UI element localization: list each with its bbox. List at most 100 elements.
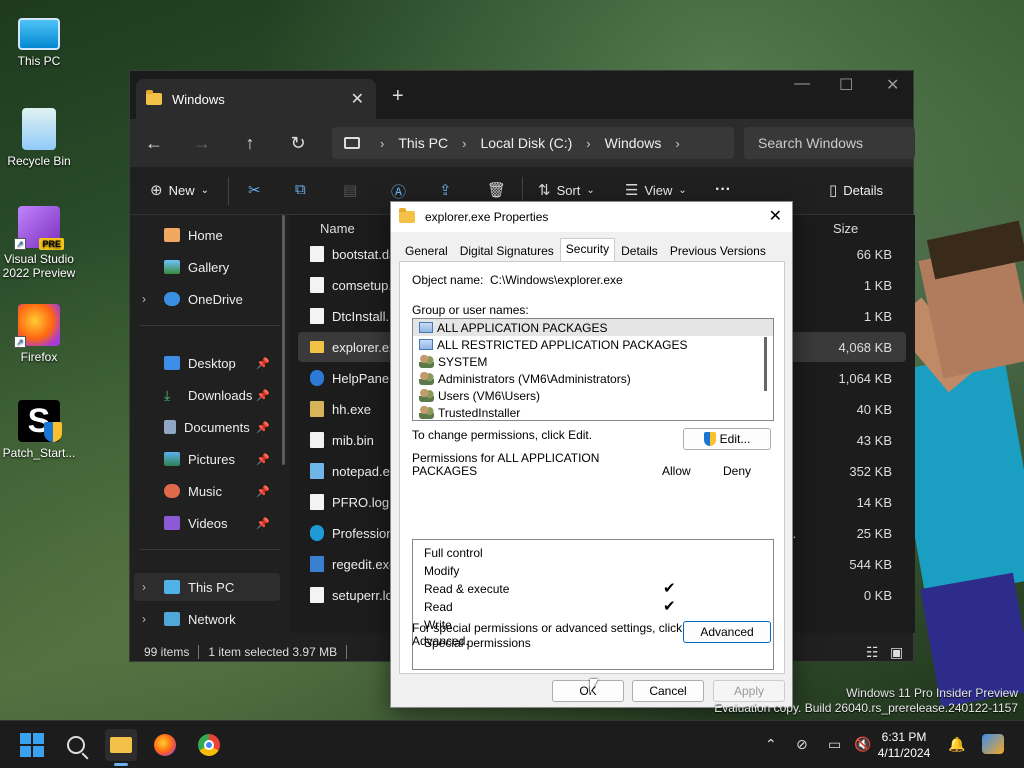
minimize-icon[interactable]: —	[794, 75, 810, 93]
breadcrumb-item[interactable]: Local Disk (C:)	[480, 135, 572, 151]
pin-icon[interactable]: 📌	[256, 517, 270, 530]
maximize-icon[interactable]: ☐	[839, 75, 853, 95]
ok-button[interactable]: OK	[552, 680, 624, 702]
sidebar-item-documents[interactable]: Documents 📌	[134, 413, 280, 441]
edit-button[interactable]: Edit...	[683, 428, 771, 450]
list-item[interactable]: Users (VM6\Users)	[413, 387, 773, 404]
view-button[interactable]: ☰ View ⌄	[625, 181, 687, 199]
share-icon: ⇪	[439, 182, 452, 199]
change-permissions-text: To change permissions, click Edit.	[412, 428, 593, 442]
pin-icon[interactable]: 📌	[256, 357, 270, 370]
share-button[interactable]: ⇪	[439, 181, 452, 199]
allow-check-icon: ✔	[663, 580, 676, 597]
display-icon[interactable]: ▭	[828, 736, 841, 753]
up-arrow-icon[interactable]: ↑	[226, 133, 274, 154]
navigation-bar: ← → ↑ ↻ › This PC › Local Disk (C:) › Wi…	[130, 119, 915, 167]
sort-button[interactable]: ⇅ Sort ⌄	[538, 181, 595, 199]
chrome-icon	[198, 734, 220, 756]
network-offline-icon[interactable]: ⊘	[796, 736, 808, 753]
watermark-line: Windows 11 Pro Insider Preview	[846, 686, 1018, 700]
tiles-view-icon[interactable]: ▣	[890, 644, 903, 661]
list-item[interactable]: ALL APPLICATION PACKAGES	[413, 319, 773, 336]
sidebar-item-downloads[interactable]: ⤓ Downloads 📌	[134, 381, 280, 409]
tab-general[interactable]: General	[399, 240, 454, 262]
list-item[interactable]: ALL RESTRICTED APPLICATION PACKAGES	[413, 336, 773, 353]
close-window-icon[interactable]: ✕	[886, 75, 899, 95]
breadcrumb-item[interactable]: This PC	[398, 135, 448, 151]
taskbar-chrome[interactable]	[193, 729, 225, 761]
pin-icon[interactable]: 📌	[256, 389, 270, 402]
pin-icon[interactable]: 📌	[256, 453, 270, 466]
clock[interactable]: 6:31 PM 4/11/2024	[872, 729, 936, 761]
chevron-down-icon: ⌄	[200, 184, 209, 196]
forward-arrow-icon[interactable]: →	[178, 133, 226, 154]
desktop-icon-this-pc[interactable]: This PC	[0, 10, 78, 68]
search-input[interactable]: Search Windows	[744, 127, 915, 159]
monitor-icon	[18, 18, 60, 50]
sidebar-item-pictures[interactable]: Pictures 📌	[134, 445, 280, 473]
sidebar-item-gallery[interactable]: Gallery	[134, 253, 280, 281]
breadcrumb-item[interactable]: Windows	[605, 135, 662, 151]
chevron-down-icon: ⌄	[678, 184, 687, 196]
list-item[interactable]: SYSTEM	[413, 353, 773, 370]
back-arrow-icon[interactable]: ←	[130, 133, 178, 154]
tab-previous-versions[interactable]: Previous Versions	[664, 240, 772, 262]
details-pane-button[interactable]: ▯ Details	[829, 181, 883, 199]
sidebar-item-label: Pictures	[188, 451, 235, 467]
cut-button[interactable]: ✂	[248, 181, 261, 199]
sidebar-item-videos[interactable]: Videos 📌	[134, 509, 280, 537]
tab-security[interactable]: Security	[559, 238, 616, 262]
chevron-up-icon[interactable]: ⌃	[765, 736, 777, 753]
paste-button[interactable]: ▤	[343, 181, 357, 199]
desktop-icon-recycle-bin[interactable]: Recycle Bin	[0, 108, 78, 168]
close-icon[interactable]: ✕	[769, 206, 782, 226]
file-icon	[310, 494, 324, 510]
rename-button[interactable]: Ⓐ	[391, 181, 406, 202]
close-tab-icon[interactable]: ✕	[351, 89, 364, 109]
edge-icon	[310, 525, 324, 541]
volume-muted-icon[interactable]: 🔇	[854, 736, 871, 753]
copilot-pre-icon[interactable]	[982, 734, 1004, 754]
pin-icon[interactable]: 📌	[256, 421, 270, 434]
list-item[interactable]: TrustedInstaller	[413, 404, 773, 420]
sidebar-item-network[interactable]: › Network	[134, 605, 280, 633]
shield-icon	[44, 422, 62, 442]
desktop-icon-patch-start[interactable]: S Patch_Start...	[0, 400, 78, 460]
column-header-name[interactable]: Name	[320, 221, 355, 236]
tab-digital-signatures[interactable]: Digital Signatures	[454, 240, 560, 262]
more-options-icon[interactable]: ···	[715, 181, 731, 199]
new-tab-icon[interactable]: +	[392, 85, 404, 108]
tab-details[interactable]: Details	[615, 240, 664, 262]
taskbar-file-explorer[interactable]	[105, 729, 137, 761]
list-scrollbar[interactable]	[764, 337, 767, 391]
desktop-icon-firefox[interactable]: ↗ Firefox	[0, 304, 78, 364]
sidebar-item-desktop[interactable]: Desktop 📌	[134, 349, 280, 377]
group-name: TrustedInstaller	[438, 405, 521, 420]
taskbar-firefox[interactable]	[149, 729, 181, 761]
sidebar-item-music[interactable]: Music 📌	[134, 477, 280, 505]
sidebar-item-onedrive[interactable]: › OneDrive	[134, 285, 280, 313]
details-view-icon[interactable]: ☷	[866, 644, 879, 661]
advanced-button[interactable]: Advanced	[683, 621, 771, 643]
copy-button[interactable]: ⧉	[295, 181, 306, 198]
new-button[interactable]: ⊕ New ⌄	[150, 181, 209, 199]
column-header-size[interactable]: Size	[833, 221, 858, 236]
sidebar-item-this-pc[interactable]: › This PC	[134, 573, 280, 601]
chevron-right-icon[interactable]: ›	[142, 612, 146, 626]
chevron-right-icon[interactable]: ›	[142, 292, 146, 306]
refresh-icon[interactable]: ↻	[274, 133, 322, 154]
cancel-button[interactable]: Cancel	[632, 680, 704, 702]
sidebar-item-home[interactable]: Home	[134, 221, 280, 249]
tab-windows[interactable]: Windows ✕	[136, 79, 376, 119]
sidebar-scrollbar[interactable]	[282, 215, 285, 465]
search-button[interactable]	[60, 729, 92, 761]
pin-icon[interactable]: 📌	[256, 485, 270, 498]
delete-button[interactable]: 🗑	[487, 181, 506, 199]
start-button[interactable]	[16, 729, 48, 761]
desktop-icon-visual-studio[interactable]: PRE ↗ Visual Studio 2022 Preview	[0, 206, 78, 280]
address-bar[interactable]: › This PC › Local Disk (C:) › Windows ›	[332, 127, 734, 159]
list-item[interactable]: Administrators (VM6\Administrators)	[413, 370, 773, 387]
notification-bell-icon[interactable]: 🔔	[948, 736, 965, 753]
chevron-right-icon[interactable]: ›	[142, 580, 146, 594]
group-list[interactable]: ALL APPLICATION PACKAGES ALL RESTRICTED …	[412, 318, 774, 421]
